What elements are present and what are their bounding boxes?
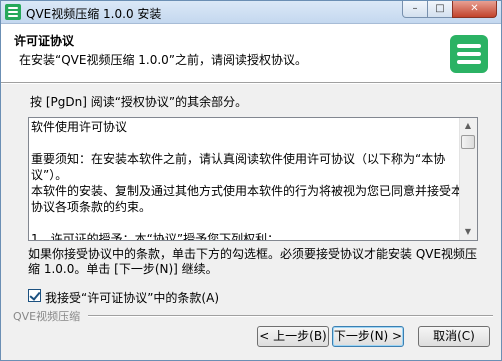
scroll-thumb[interactable] — [461, 135, 475, 149]
license-line: 软件使用许可协议 — [31, 120, 128, 134]
license-line: 协议各项条款的约束。 — [31, 200, 152, 214]
accept-note: 如果你接受协议中的条款，单击下方的勾选框。必须要接受协议才能安装 QVE视频压缩… — [28, 247, 478, 276]
cancel-button[interactable]: 取消(C) — [418, 326, 490, 347]
license-line: 议”）。 — [31, 168, 68, 182]
minimize-button[interactable]: – — [402, 1, 428, 18]
page-header: 许可证协议 在安装“QVE视频压缩 1.0.0”之前，请阅读授权协议。 — [1, 24, 501, 83]
installer-window: QVE视频压缩 1.0.0 安装 – □ ✕ 许可证协议 在安装“QVE视频压缩… — [0, 0, 502, 361]
agree-checkbox[interactable] — [28, 289, 41, 302]
license-line: 本软件的安装、复制及通过其他方式使用本软件的行为将被视为您已同意并接受本 — [31, 184, 464, 198]
app-logo-icon — [450, 35, 488, 73]
back-button[interactable]: < 上一步(B) — [257, 326, 329, 347]
agree-label[interactable]: 我接受“许可证协议”中的条款(A) — [45, 289, 219, 306]
license-line — [31, 135, 459, 151]
page-subtitle: 在安装“QVE视频压缩 1.0.0”之前，请阅读授权协议。 — [19, 53, 308, 67]
instruction-text: 按 [PgDn] 阅读“授权协议”的其余部分。 — [30, 95, 248, 109]
scroll-down-arrow-icon[interactable]: ▼ — [460, 224, 476, 240]
window-title: QVE视频压缩 1.0.0 安装 — [26, 7, 162, 21]
license-line — [31, 215, 459, 231]
footer-divider — [88, 315, 493, 317]
license-text: 软件使用许可协议 重要须知：在安装本软件之前，请认真阅读软件使用许可协议（以下称… — [31, 119, 464, 241]
scroll-up-arrow-icon[interactable]: ▲ — [460, 118, 476, 134]
app-logo-icon — [5, 4, 21, 20]
brand-label: QVE视频压缩 — [13, 310, 81, 323]
maximize-button[interactable]: □ — [427, 1, 453, 18]
license-line: 重要须知：在安装本软件之前，请认真阅读软件使用许可协议（以下称为“本协 — [31, 152, 446, 166]
license-textbox[interactable]: 软件使用许可协议 重要须知：在安装本软件之前，请认真阅读软件使用许可协议（以下称… — [28, 117, 478, 241]
license-line: 1．许可证的授予：本“协议”授予您下列权利： — [31, 232, 280, 241]
title-bar[interactable]: QVE视频压缩 1.0.0 安装 – □ ✕ — [1, 1, 501, 24]
next-button[interactable]: 下一步(N) > — [332, 326, 404, 347]
divider — [1, 83, 501, 84]
page-title: 许可证协议 — [14, 34, 75, 48]
close-button[interactable]: ✕ — [452, 1, 497, 18]
vertical-scrollbar[interactable]: ▲ ▼ — [459, 118, 477, 240]
